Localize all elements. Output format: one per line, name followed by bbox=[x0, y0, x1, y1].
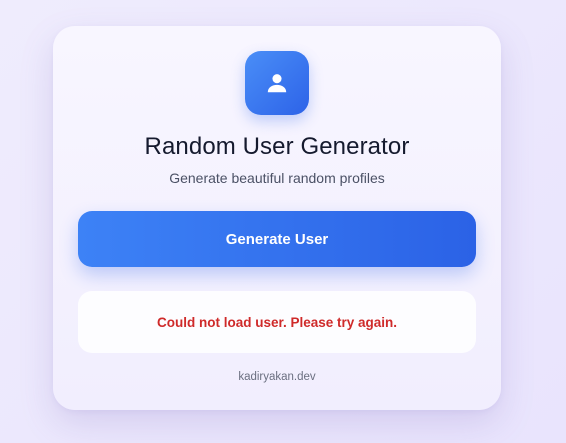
status-message-box: Could not load user. Please try again. bbox=[78, 291, 476, 353]
generator-card: Random User Generator Generate beautiful… bbox=[53, 26, 501, 410]
error-message: Could not load user. Please try again. bbox=[156, 314, 398, 330]
generate-user-button[interactable]: Generate User bbox=[78, 211, 476, 267]
user-icon bbox=[267, 74, 287, 93]
page-subtitle: Generate beautiful random profiles bbox=[169, 170, 385, 186]
avatar-badge bbox=[245, 51, 309, 115]
page-title: Random User Generator bbox=[144, 133, 410, 160]
footer-credit-link[interactable]: kadiryakan.dev bbox=[53, 371, 501, 383]
